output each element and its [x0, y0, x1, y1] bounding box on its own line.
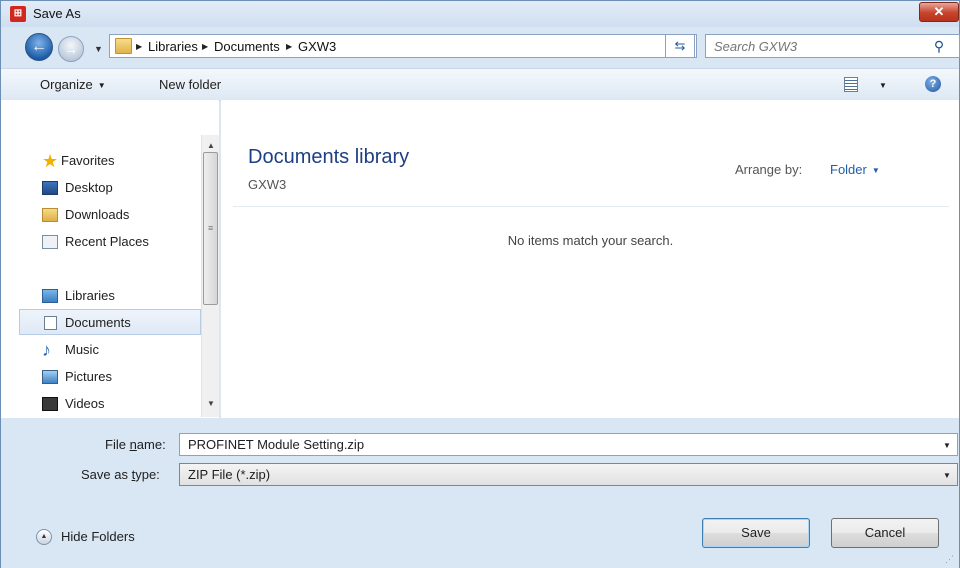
cancel-button[interactable]: Cancel	[831, 518, 939, 548]
pictures-icon	[42, 370, 58, 384]
chevron-down-icon: ▼	[97, 81, 106, 90]
nav-recent-places-label: Recent Places	[65, 234, 149, 249]
hide-folders-label: Hide Folders	[61, 529, 135, 544]
breadcrumb-gxw3[interactable]: GXW3	[298, 39, 336, 54]
breadcrumb-separator-icon: ▶	[136, 42, 143, 51]
save-type-select[interactable]: ZIP File (*.zip) ▼	[179, 463, 958, 486]
new-folder-button[interactable]: New folder	[159, 77, 221, 92]
nav-downloads-label: Downloads	[65, 207, 130, 222]
scrollbar-thumb[interactable]: ≡	[203, 152, 218, 305]
window-title: Save As	[33, 6, 81, 21]
desktop-icon	[42, 181, 58, 195]
nav-pictures-label: Pictures	[65, 369, 112, 384]
organize-menu[interactable]: Organize ▼	[40, 77, 106, 92]
save-type-label-text: Save as	[81, 467, 132, 482]
help-icon[interactable]: ?	[925, 76, 941, 92]
app-icon: ⊞	[10, 6, 26, 22]
views-icon[interactable]	[844, 77, 858, 92]
refresh-icon: ⇆	[674, 38, 686, 53]
nav-favorites-label: Favorites	[61, 153, 115, 168]
nav-libraries-label: Libraries	[65, 288, 115, 303]
save-button[interactable]: Save	[702, 518, 810, 548]
nav-favorites[interactable]: ★ Favorites	[19, 148, 201, 174]
nav-recent-places[interactable]: Recent Places	[19, 229, 201, 255]
collapse-icon: ▲	[36, 529, 52, 545]
file-list-pane: Documents library GXW3 Arrange by: Folde…	[220, 100, 959, 418]
back-button[interactable]: ←	[25, 33, 53, 61]
file-name-label-text: File	[105, 437, 130, 452]
music-icon: ♪	[42, 340, 51, 360]
downloads-icon	[42, 208, 58, 222]
library-title: Documents library	[248, 146, 410, 168]
search-icon[interactable]: ⚲	[930, 38, 948, 56]
scroll-down-icon[interactable]: ▼	[207, 399, 215, 408]
grip-icon: ≡	[208, 223, 214, 233]
chevron-down-icon[interactable]: ▼	[943, 471, 951, 480]
file-name-label-rest: ame:	[136, 437, 166, 452]
breadcrumb-separator-icon: ▶	[286, 42, 293, 51]
forward-arrow-icon: →	[64, 41, 78, 57]
recent-places-icon	[42, 235, 58, 249]
file-name-label-mnemonic: n	[129, 437, 137, 452]
breadcrumb-documents[interactable]: Documents	[214, 39, 280, 54]
nav-documents[interactable]: Documents	[19, 309, 201, 335]
save-type-value: ZIP File (*.zip)	[188, 467, 271, 482]
star-icon: ★	[42, 151, 59, 171]
videos-icon	[42, 397, 58, 411]
scroll-up-icon[interactable]: ▲	[207, 141, 215, 150]
forward-button[interactable]: →	[58, 36, 84, 62]
nav-desktop[interactable]: Desktop	[19, 175, 201, 201]
save-as-dialog: ⊞ Save As ✕ ← → ▼ ▶ Libraries ▶ Document…	[0, 0, 960, 568]
address-bar[interactable]: ▶ Libraries ▶ Documents ▶ GXW3 ▼	[109, 34, 697, 58]
refresh-button[interactable]: ⇆	[665, 34, 695, 58]
save-type-label: Save as type:	[81, 467, 160, 482]
folder-icon	[115, 38, 132, 54]
file-name-field[interactable]	[188, 437, 928, 452]
back-arrow-icon: ←	[31, 38, 47, 55]
chevron-down-icon[interactable]: ▼	[943, 441, 951, 450]
navigation-list: ★ Favorites Desktop Downloads Recent Pla…	[19, 135, 201, 417]
close-button[interactable]: ✕	[919, 2, 959, 22]
history-dropdown-icon[interactable]: ▼	[94, 44, 103, 54]
document-icon	[44, 316, 57, 330]
divider	[233, 206, 949, 207]
arrange-by-value: Folder	[830, 162, 867, 177]
nav-videos-label: Videos	[65, 396, 105, 411]
breadcrumb-libraries[interactable]: Libraries	[148, 39, 198, 54]
nav-music-label: Music	[65, 342, 99, 357]
empty-message: No items match your search.	[507, 233, 674, 248]
nav-pictures[interactable]: Pictures	[19, 364, 201, 390]
breadcrumb-separator-icon: ▶	[202, 42, 209, 51]
resize-grip-icon[interactable]: ⋰	[945, 554, 954, 565]
nav-desktop-label: Desktop	[65, 180, 113, 195]
organize-label: Organize	[40, 77, 93, 92]
nav-music[interactable]: ♪ Music	[19, 337, 201, 363]
save-type-label-rest: ype:	[135, 467, 160, 482]
arrange-by-label: Arrange by:	[735, 162, 803, 177]
file-name-combobox[interactable]: ▼	[179, 433, 958, 456]
title-bar: ⊞ Save As ✕	[1, 1, 959, 27]
nav-libraries[interactable]: Libraries	[19, 283, 201, 309]
file-name-label: File name:	[105, 437, 166, 452]
nav-downloads[interactable]: Downloads	[19, 202, 201, 228]
chevron-down-icon: ▼	[871, 166, 880, 175]
navigation-scrollbar[interactable]: ▲ ≡ ▼	[201, 135, 219, 417]
library-subtitle: GXW3	[248, 177, 287, 192]
nav-documents-label: Documents	[65, 315, 131, 330]
chevron-down-icon[interactable]: ▼	[879, 81, 887, 90]
search-input[interactable]	[712, 38, 926, 55]
nav-videos[interactable]: Videos	[19, 391, 201, 417]
save-form: File name: ▼ Save as type: ZIP File (*.z…	[1, 418, 959, 568]
command-toolbar: Organize ▼ New folder ▼ ?	[1, 68, 959, 101]
search-box[interactable]: ⚲	[705, 34, 960, 58]
libraries-icon	[42, 289, 58, 303]
arrange-by-dropdown[interactable]: Folder ▼	[830, 162, 880, 177]
